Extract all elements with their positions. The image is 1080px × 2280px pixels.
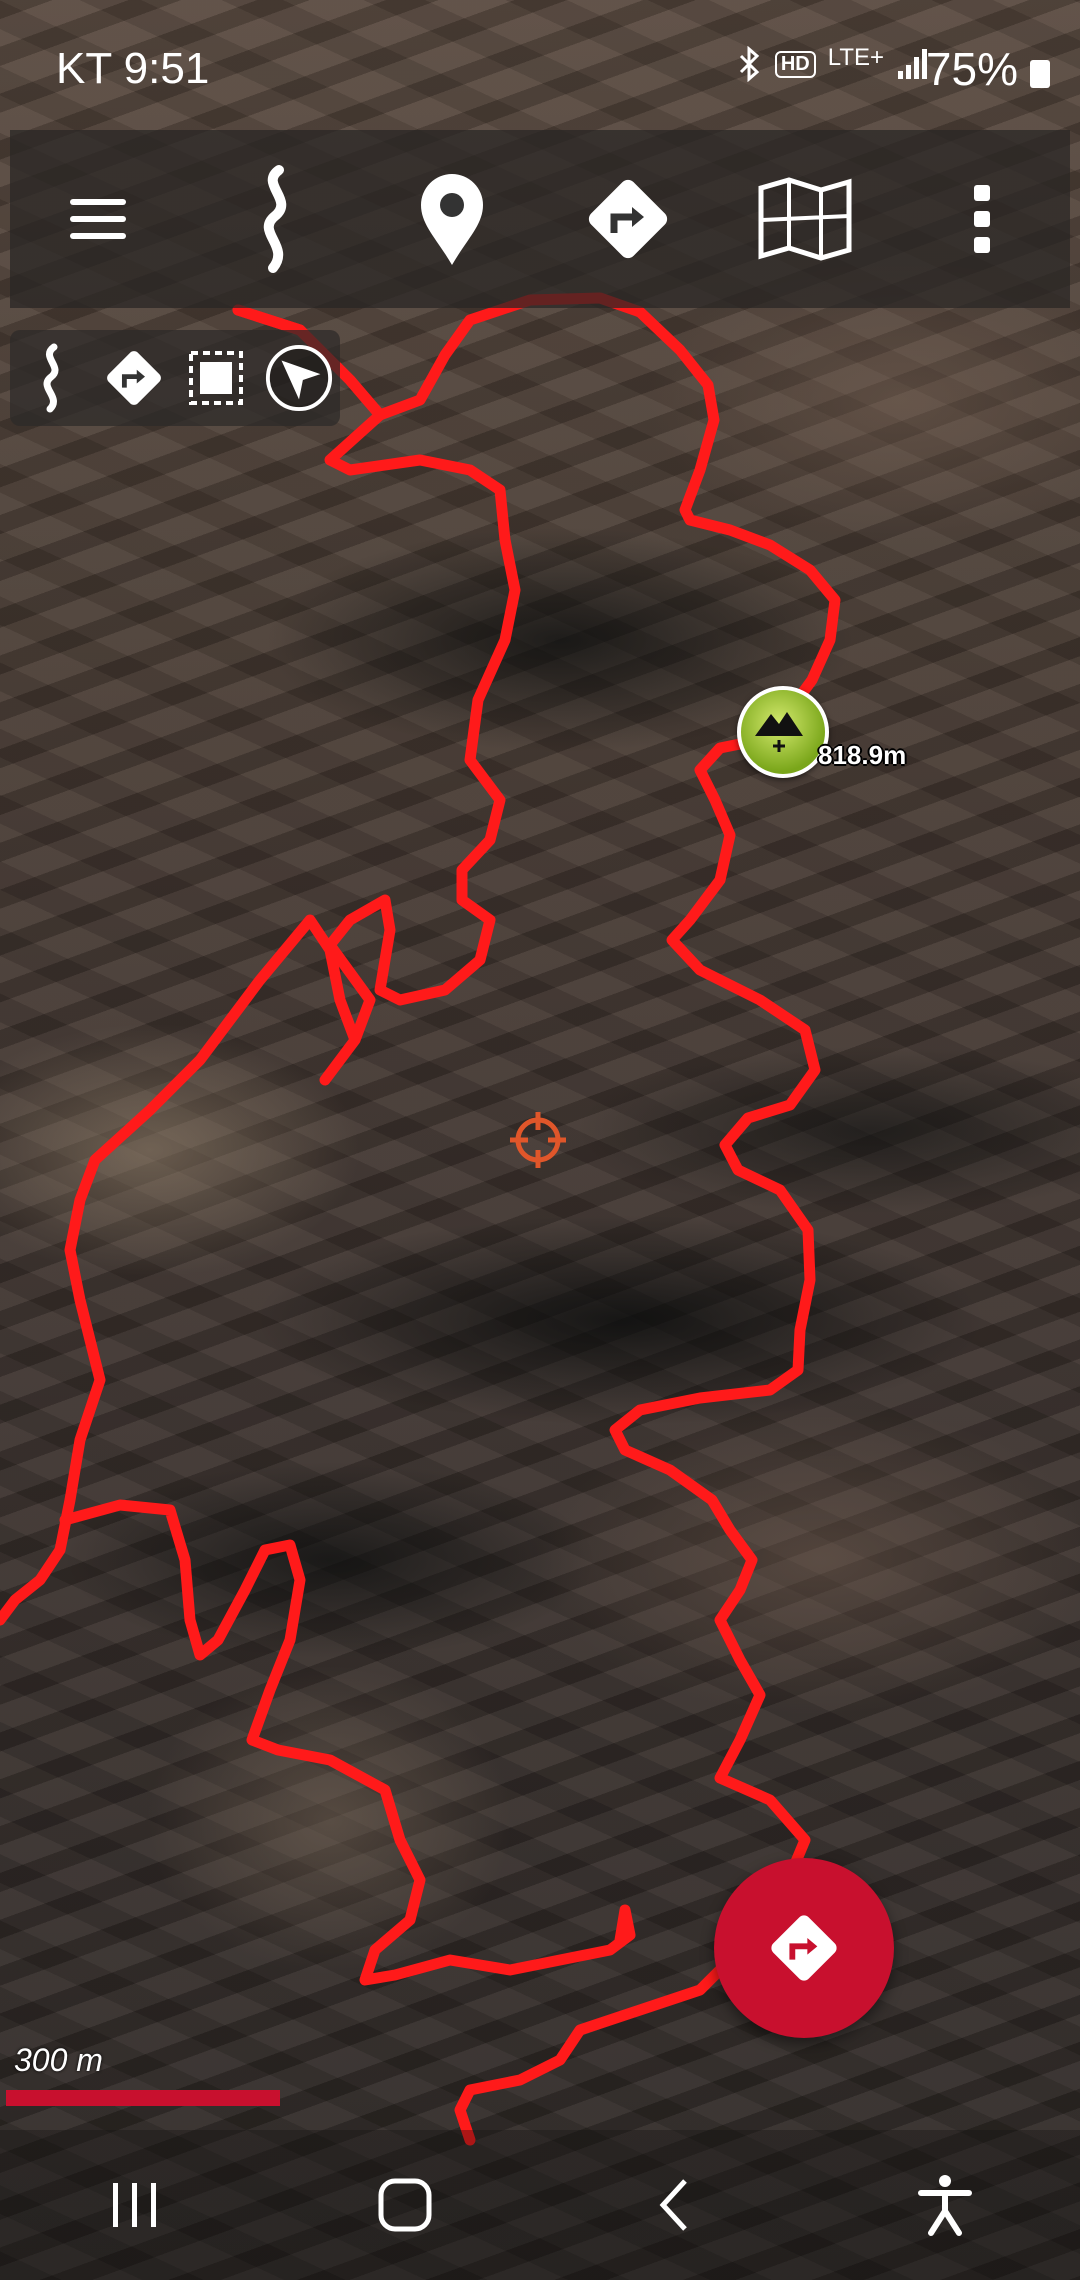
- routes-button[interactable]: [568, 159, 688, 279]
- quick-route-button[interactable]: [99, 343, 169, 413]
- lte-plus-icon: LTE+: [827, 44, 884, 71]
- bluetooth-icon: [739, 46, 760, 82]
- waypoints-button[interactable]: [392, 159, 512, 279]
- more-options-button[interactable]: [922, 159, 1042, 279]
- menu-icon: [70, 199, 127, 239]
- crosshair-icon: [510, 1112, 566, 1168]
- recent-apps-button[interactable]: [75, 2145, 195, 2265]
- accessibility-icon: [918, 2175, 972, 2236]
- status-icons: HD LTE+: [737, 44, 930, 82]
- map-layers-icon: [758, 177, 852, 261]
- signal-icon: [898, 49, 927, 79]
- quick-locate-button[interactable]: [264, 343, 334, 413]
- peak-elevation-label: 818.9m: [818, 740, 907, 770]
- waypoint-pin-icon: [420, 174, 483, 265]
- mountain-icon: [755, 712, 803, 752]
- menu-button[interactable]: [38, 159, 158, 279]
- track-icon: [43, 343, 59, 413]
- battery-percent: 75%: [925, 43, 1018, 95]
- back-icon: [659, 2179, 687, 2231]
- top-toolbar: [10, 130, 1070, 308]
- peak-marker[interactable]: [737, 686, 829, 778]
- quick-tools: [10, 330, 340, 426]
- route-icon: [106, 351, 161, 405]
- recent-apps-icon: [113, 2183, 156, 2227]
- status-time: KT 9:51: [56, 44, 210, 93]
- more-vertical-icon: [973, 185, 990, 253]
- back-button[interactable]: [615, 2145, 735, 2265]
- home-button[interactable]: [345, 2145, 465, 2265]
- route-fab-button[interactable]: [714, 1858, 894, 2038]
- map-layers-button[interactable]: [745, 159, 865, 279]
- map-scale-bar: [6, 2090, 280, 2106]
- locate-arrow-icon: [265, 344, 332, 412]
- select-area-icon: [189, 351, 244, 405]
- accessibility-button[interactable]: [885, 2145, 1005, 2265]
- quick-track-button[interactable]: [16, 343, 86, 413]
- battery-icon: [1030, 60, 1050, 88]
- status-bar: KT 9:51 HD LTE+ 75%: [0, 0, 1080, 130]
- quick-select-area-button[interactable]: [181, 343, 251, 413]
- route-directions-icon: [771, 1915, 837, 1981]
- map-scale-label: 300 m: [14, 2042, 103, 2078]
- home-icon: [378, 2178, 432, 2232]
- hd-voice-icon: HD: [774, 50, 816, 78]
- track-icon: [263, 165, 287, 273]
- system-nav-bar: [0, 2130, 1080, 2280]
- tracks-button[interactable]: [215, 159, 335, 279]
- route-icon: [589, 179, 668, 259]
